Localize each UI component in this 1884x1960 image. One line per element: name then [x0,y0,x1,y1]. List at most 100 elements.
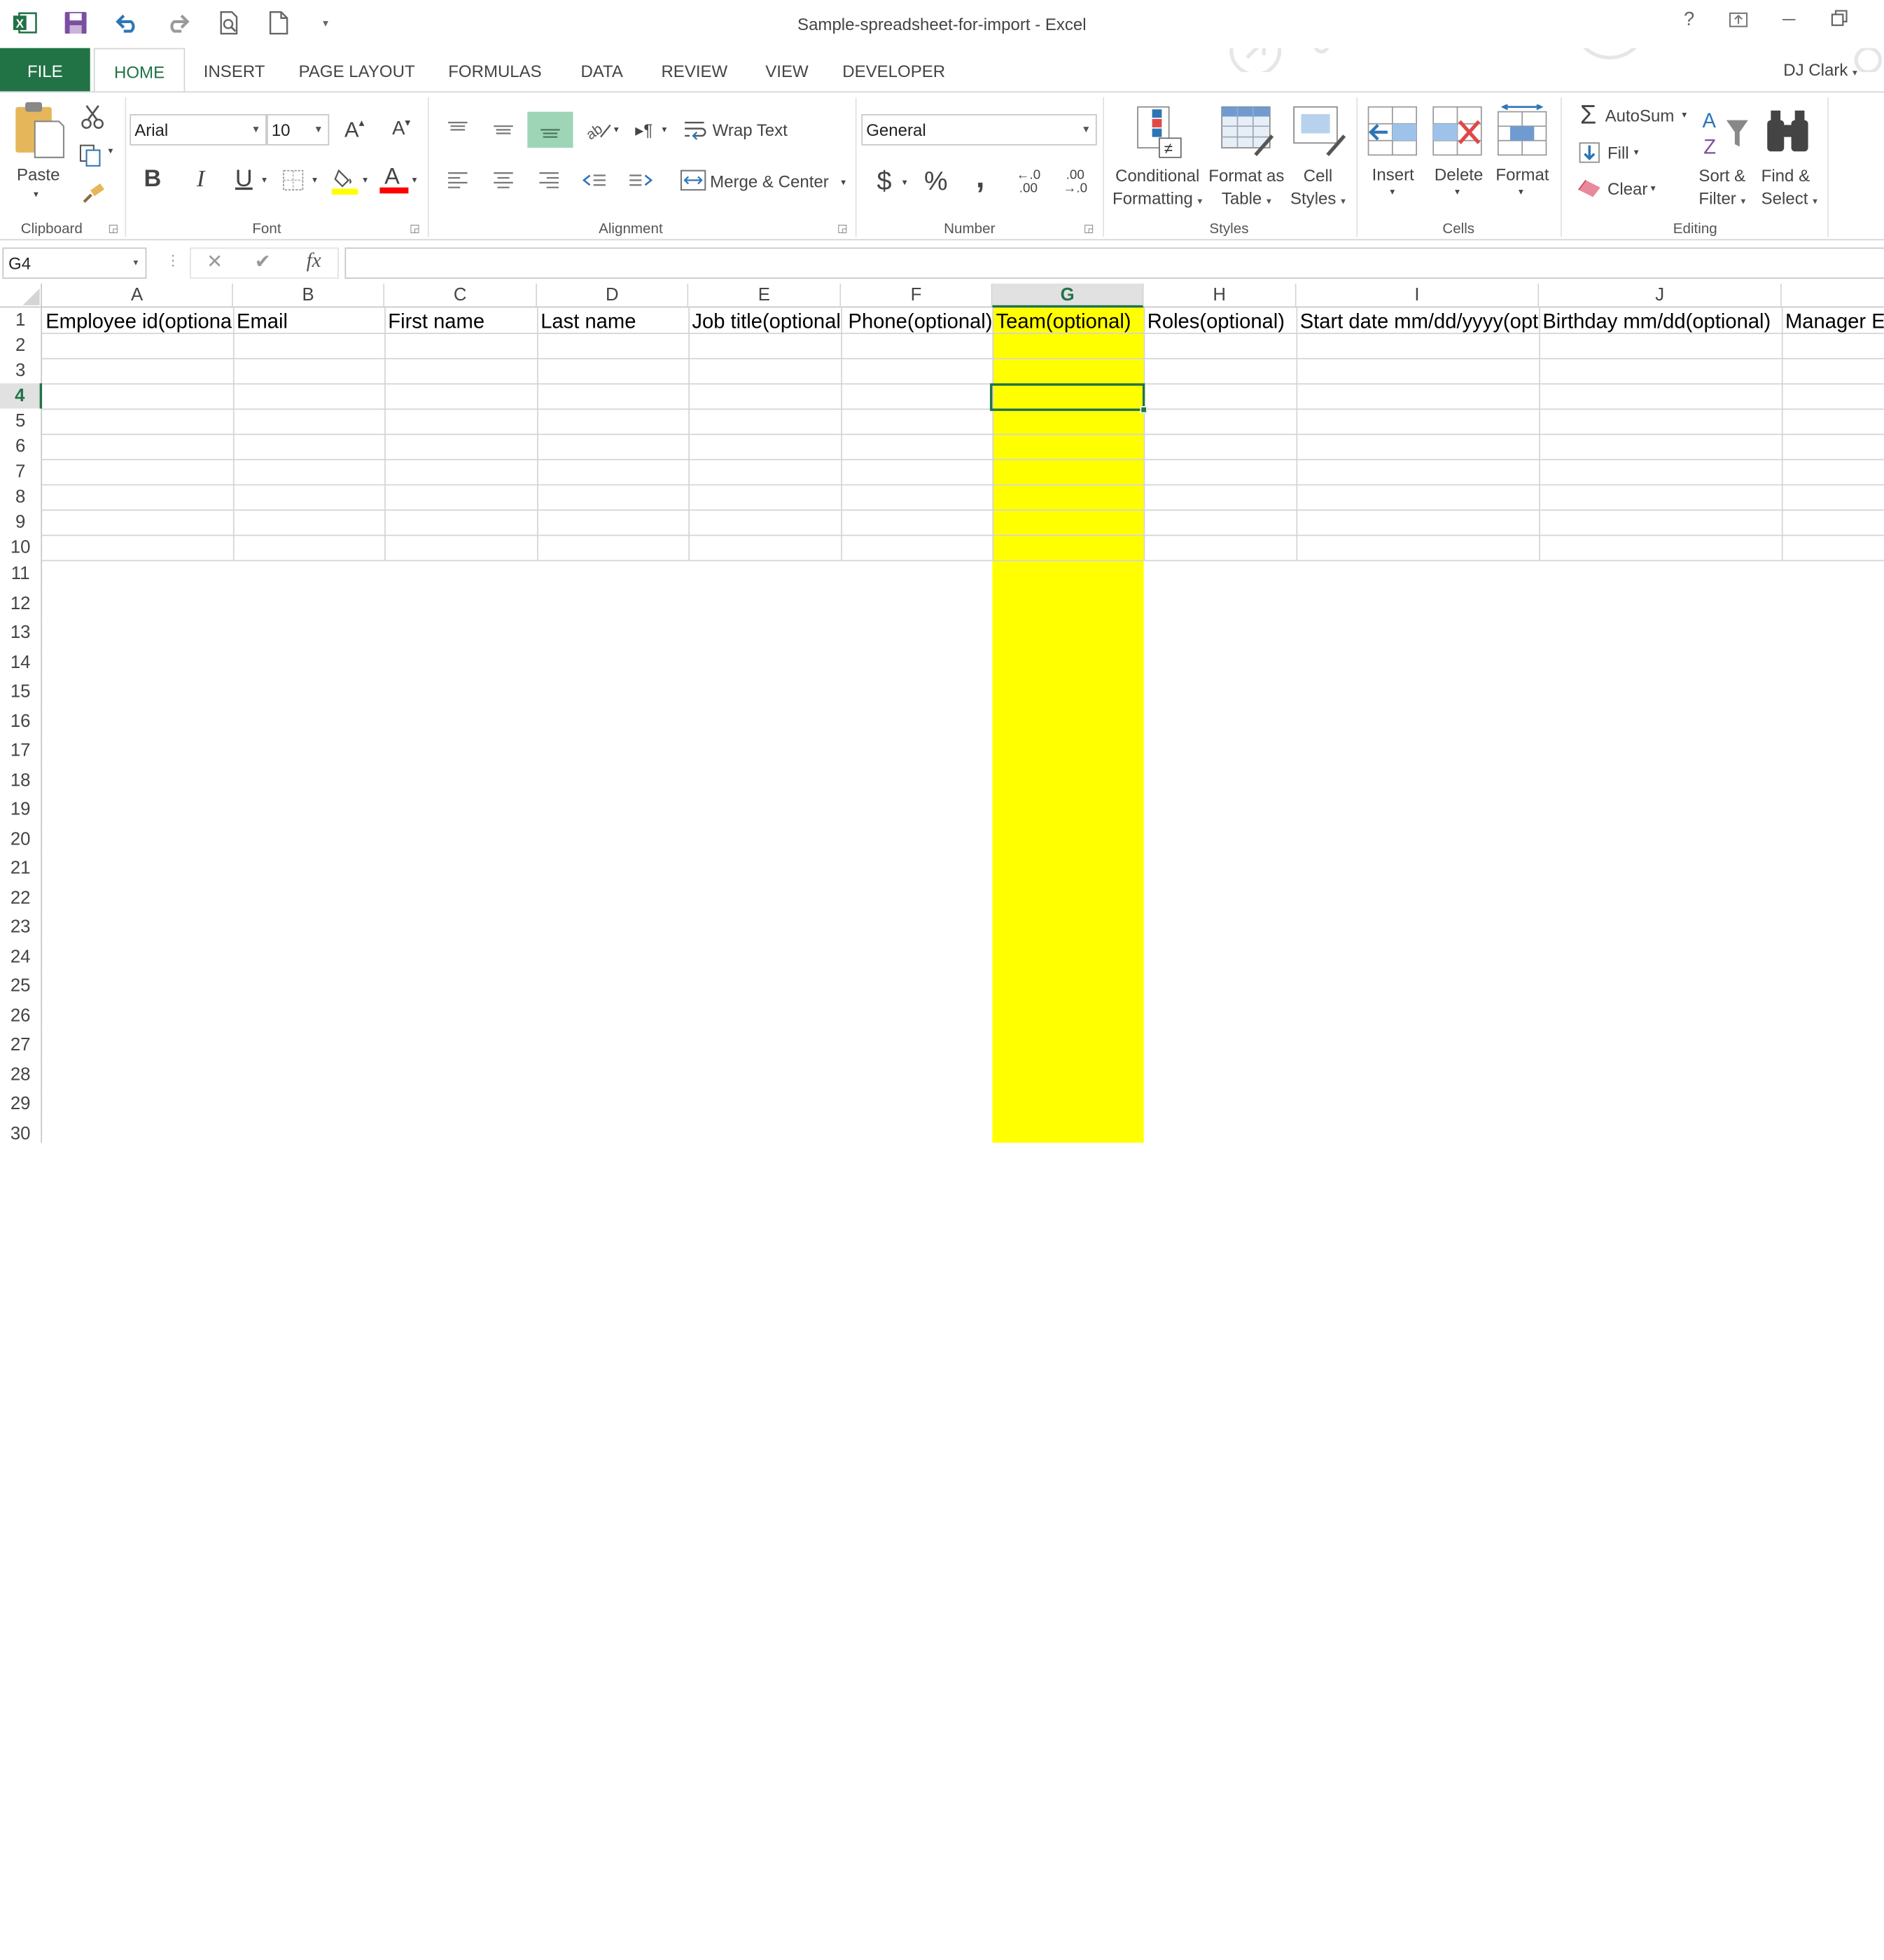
comma-style-button[interactable]: , [965,158,996,194]
insert-cells-dropdown-icon[interactable]: ▾ [1390,186,1395,197]
cell-c1[interactable]: First name [384,309,537,334]
cell-d1[interactable]: Last name [537,309,688,334]
row-header-30[interactable]: 30 [0,1119,43,1143]
cell-k1[interactable]: Manager E [1782,309,1884,334]
row-header-2[interactable]: 2 [0,333,43,359]
bottom-align-icon[interactable] [527,111,573,148]
row-header-21[interactable]: 21 [0,854,43,884]
row-header-18[interactable]: 18 [0,765,43,795]
row-header-8[interactable]: 8 [0,484,43,510]
paste-label[interactable]: Paste [17,165,60,183]
cell-styles-icon[interactable] [1290,102,1348,162]
font-size-combo[interactable]: 10 ▼ [266,114,330,146]
middle-align-icon[interactable] [488,114,519,146]
insert-function-button[interactable]: fx [307,249,321,272]
row-header-5[interactable]: 5 [0,408,43,434]
row-header-9[interactable]: 9 [0,509,43,535]
decrease-indent-icon[interactable] [579,165,610,196]
align-center-icon[interactable] [488,165,519,196]
confirm-entry-icon[interactable]: ✔ [255,250,271,274]
text-direction-dropdown-icon[interactable]: ▾ [662,124,667,134]
font-name-dropdown-icon[interactable]: ▼ [251,116,261,144]
row-header-23[interactable]: 23 [0,913,43,943]
row-header-25[interactable]: 25 [0,972,43,1002]
row-header-15[interactable]: 15 [0,677,43,707]
column-header-a[interactable]: A [42,283,233,308]
fill-down-icon[interactable] [1576,138,1603,167]
tab-file[interactable]: FILE [0,48,90,92]
column-header-f[interactable]: F [841,283,993,308]
user-account[interactable]: DJ Clark ▾ [1783,60,1857,79]
cell-g1[interactable]: Team(optional) [992,309,1143,334]
currency-button[interactable]: $ [869,165,900,198]
restore-icon[interactable] [1821,10,1857,36]
align-right-icon[interactable] [533,165,565,196]
tab-view[interactable]: VIEW [755,48,820,92]
tab-home[interactable]: HOME [93,48,186,93]
formula-bar-grip-icon[interactable]: ⋮ [166,252,181,269]
column-header-g[interactable]: G [992,283,1144,308]
wrap-text-icon[interactable] [683,114,709,146]
spreadsheet-grid[interactable]: A B C D E F G H I J Employee id(optiona … [0,283,1884,1143]
delete-cells-label[interactable]: Delete [1435,165,1483,183]
copy-icon[interactable] [74,141,106,169]
font-color-icon[interactable]: A [379,162,410,196]
row-header-20[interactable]: 20 [0,825,43,855]
orientation-icon[interactable]: ab [582,114,617,146]
delete-cells-icon[interactable] [1430,102,1487,162]
cell-j1[interactable]: Birthday mm/dd(optional) [1539,309,1782,334]
number-format-dropdown-icon[interactable]: ▼ [1082,116,1091,144]
font-name-combo[interactable]: Arial ▼ [130,114,267,146]
merge-center-icon[interactable] [679,167,708,194]
cancel-entry-icon[interactable]: ✕ [207,250,223,274]
fill-color-dropdown-icon[interactable]: ▾ [363,174,368,185]
cell-styles-label[interactable]: Cell Styles ▾ [1290,165,1346,213]
fill-handle[interactable] [1140,406,1147,414]
cut-icon[interactable] [77,102,109,131]
help-button[interactable]: ? [1671,10,1707,36]
cell-a1[interactable]: Employee id(optiona [42,309,233,334]
font-color-dropdown-icon[interactable]: ▾ [412,174,417,185]
row-header-17[interactable]: 17 [0,736,43,766]
decrease-decimal-button[interactable]: .00 →.0 [1056,165,1094,200]
font-size-dropdown-icon[interactable]: ▼ [314,116,323,144]
row-header-28[interactable]: 28 [0,1060,43,1090]
name-box[interactable]: G4 ▾ [2,247,147,279]
clear-label[interactable]: Clear [1607,179,1647,198]
row-header-4[interactable]: 4 [0,383,43,409]
font-launcher-icon[interactable]: ◲ [410,222,420,235]
tab-data[interactable]: DATA [569,48,634,92]
underline-dropdown-icon[interactable]: ▾ [262,174,267,185]
autosum-label[interactable]: AutoSum [1605,106,1675,125]
copy-dropdown-icon[interactable]: ▾ [108,146,113,156]
decrease-font-icon[interactable]: A ▾ [387,114,416,146]
row-header-29[interactable]: 29 [0,1090,43,1120]
column-header-d[interactable]: D [537,283,689,308]
clear-icon[interactable] [1576,174,1603,203]
percent-button[interactable]: % [919,165,953,198]
conditional-formatting-icon[interactable]: ≠ [1131,102,1187,162]
paste-dropdown-icon[interactable]: ▾ [34,188,39,199]
paste-icon[interactable] [10,99,67,160]
insert-cells-icon[interactable] [1365,102,1422,162]
fill-label[interactable]: Fill [1607,143,1629,162]
sort-filter-icon[interactable]: AZ [1698,102,1754,162]
number-launcher-icon[interactable]: ◲ [1084,222,1094,235]
conditional-formatting-label[interactable]: Conditional Formatting ▾ [1112,165,1202,213]
alignment-launcher-icon[interactable]: ◲ [837,222,848,235]
autosum-icon[interactable]: Σ [1574,99,1603,131]
name-box-dropdown-icon[interactable]: ▾ [133,249,138,277]
autosum-dropdown-icon[interactable]: ▾ [1682,109,1687,120]
increase-decimal-button[interactable]: ←.0 .00 [1009,165,1047,200]
sort-filter-label[interactable]: Sort & Filter ▾ [1698,165,1745,213]
column-header-b[interactable]: B [232,283,385,308]
italic-button[interactable]: I [186,162,215,196]
row-header-16[interactable]: 16 [0,707,43,737]
underline-button[interactable]: U [230,162,257,196]
cell-i1[interactable]: Start date mm/dd/yyyy(opti [1297,309,1539,334]
delete-cells-dropdown-icon[interactable]: ▾ [1455,186,1460,197]
clear-dropdown-icon[interactable]: ▾ [1651,183,1656,193]
cell-e1[interactable]: Job title(optional [688,309,841,334]
row-header-19[interactable]: 19 [0,795,43,826]
row-header-27[interactable]: 27 [0,1031,43,1061]
